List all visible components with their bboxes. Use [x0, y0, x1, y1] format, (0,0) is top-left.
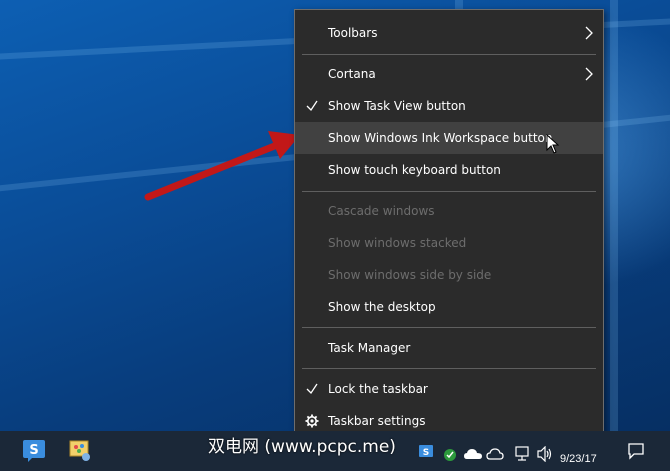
menu-item-show-touch-keyboard[interactable]: Show touch keyboard button	[295, 154, 603, 186]
menu-item-task-manager[interactable]: Task Manager	[295, 332, 603, 364]
watermark-text: 双电网 (www.pcpc.me)	[208, 437, 396, 457]
menu-item-label: Task Manager	[328, 341, 411, 355]
taskbar-context-menu: Toolbars Cortana Show Task View button S…	[294, 9, 604, 445]
menu-separator	[302, 327, 596, 328]
checkmark-icon	[306, 383, 318, 395]
security-check-icon[interactable]	[441, 446, 459, 464]
menu-item-label: Cortana	[328, 67, 376, 81]
menu-item-lock-taskbar[interactable]: Lock the taskbar	[295, 373, 603, 405]
menu-item-label: Cascade windows	[328, 204, 435, 218]
menu-separator	[302, 191, 596, 192]
menu-item-label: Show windows stacked	[328, 236, 467, 250]
menu-item-label: Show Windows Ink Workspace button	[328, 131, 553, 145]
menu-separator	[302, 368, 596, 369]
network-icon[interactable]	[514, 446, 530, 462]
volume-icon[interactable]	[536, 446, 554, 462]
menu-item-label: Show windows side by side	[328, 268, 492, 282]
gear-icon	[305, 414, 319, 428]
mouse-cursor	[546, 134, 560, 154]
onedrive-icon[interactable]	[463, 447, 483, 461]
menu-item-toolbars[interactable]: Toolbars	[295, 17, 603, 49]
cloud-icon[interactable]	[486, 447, 504, 461]
menu-item-show-desktop[interactable]: Show the desktop	[295, 291, 603, 323]
menu-item-label: Toolbars	[328, 26, 378, 40]
clock-date[interactable]: 9/23/17	[560, 453, 597, 465]
menu-item-label: Show touch keyboard button	[328, 163, 501, 177]
snagit-app-icon[interactable]: S	[22, 439, 46, 463]
paint-app-icon[interactable]	[68, 438, 92, 462]
menu-item-show-task-view[interactable]: Show Task View button	[295, 90, 603, 122]
menu-item-label: Show the desktop	[328, 300, 436, 314]
svg-text:S: S	[423, 448, 429, 458]
menu-item-label: Show Task View button	[328, 99, 466, 113]
snagit-tray-icon[interactable]: S	[418, 444, 434, 460]
menu-item-cortana[interactable]: Cortana	[295, 58, 603, 90]
checkmark-icon	[306, 100, 318, 112]
menu-item-cascade-windows: Cascade windows	[295, 195, 603, 227]
menu-separator	[302, 54, 596, 55]
menu-item-show-windows-side-by-side: Show windows side by side	[295, 259, 603, 291]
chevron-right-icon	[585, 26, 593, 40]
chevron-right-icon	[585, 67, 593, 81]
menu-item-label: Lock the taskbar	[328, 382, 428, 396]
action-center-icon[interactable]	[627, 442, 645, 460]
menu-item-show-windows-stacked: Show windows stacked	[295, 227, 603, 259]
svg-text:S: S	[29, 443, 38, 458]
